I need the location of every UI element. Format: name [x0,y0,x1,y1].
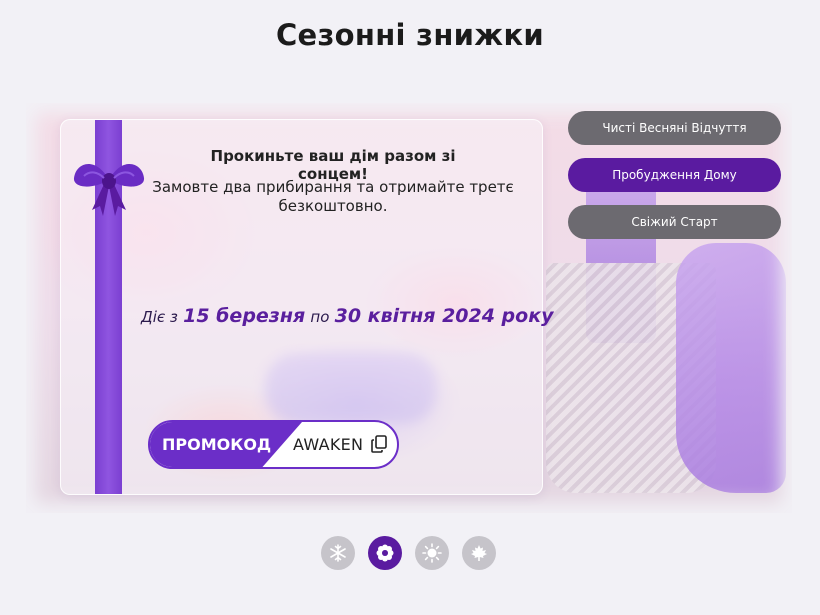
offer-card: Прокиньте ваш дім разом зі сонцем! Замов… [60,119,554,495]
promo-label: ПРОМОКОД [150,422,302,467]
promo-code-value[interactable]: AWAKEN [293,422,363,467]
tab-fresh-start[interactable]: Свіжий Старт [568,205,781,239]
season-dot-winter[interactable] [321,536,355,570]
offer-validity: Діє з 15 березня по 30 квітня 2024 року [141,305,554,327]
offer-tabs: Чисті Весняні Відчуття Пробудження Дому … [568,111,781,252]
copy-icon[interactable] [371,435,387,453]
sun-icon [422,543,442,563]
validity-middle: по [310,308,330,326]
page-title: Сезонні знижки [275,18,545,52]
validity-start-date: 15 березня [183,305,306,327]
season-selector [321,536,496,570]
flower-icon [376,544,394,562]
season-dot-spring[interactable] [368,536,402,570]
banner-background-glove [676,243,786,493]
season-dot-summer[interactable] [415,536,449,570]
maple-leaf-icon [471,545,487,561]
tab-home-awakening[interactable]: Пробудження Дому [568,158,781,192]
snowflake-icon [330,544,346,562]
season-dot-autumn[interactable] [462,536,496,570]
validity-end-date: 30 квітня 2024 року [334,305,554,327]
promo-code-box: ПРОМОКОД AWAKEN [148,420,399,469]
offer-subtext: Замовте два прибирання та отримайте трет… [152,178,514,215]
validity-prefix: Діє з [141,308,178,326]
tab-clean-spring-feelings[interactable]: Чисті Весняні Відчуття [568,111,781,145]
gift-bow-icon [73,163,145,216]
